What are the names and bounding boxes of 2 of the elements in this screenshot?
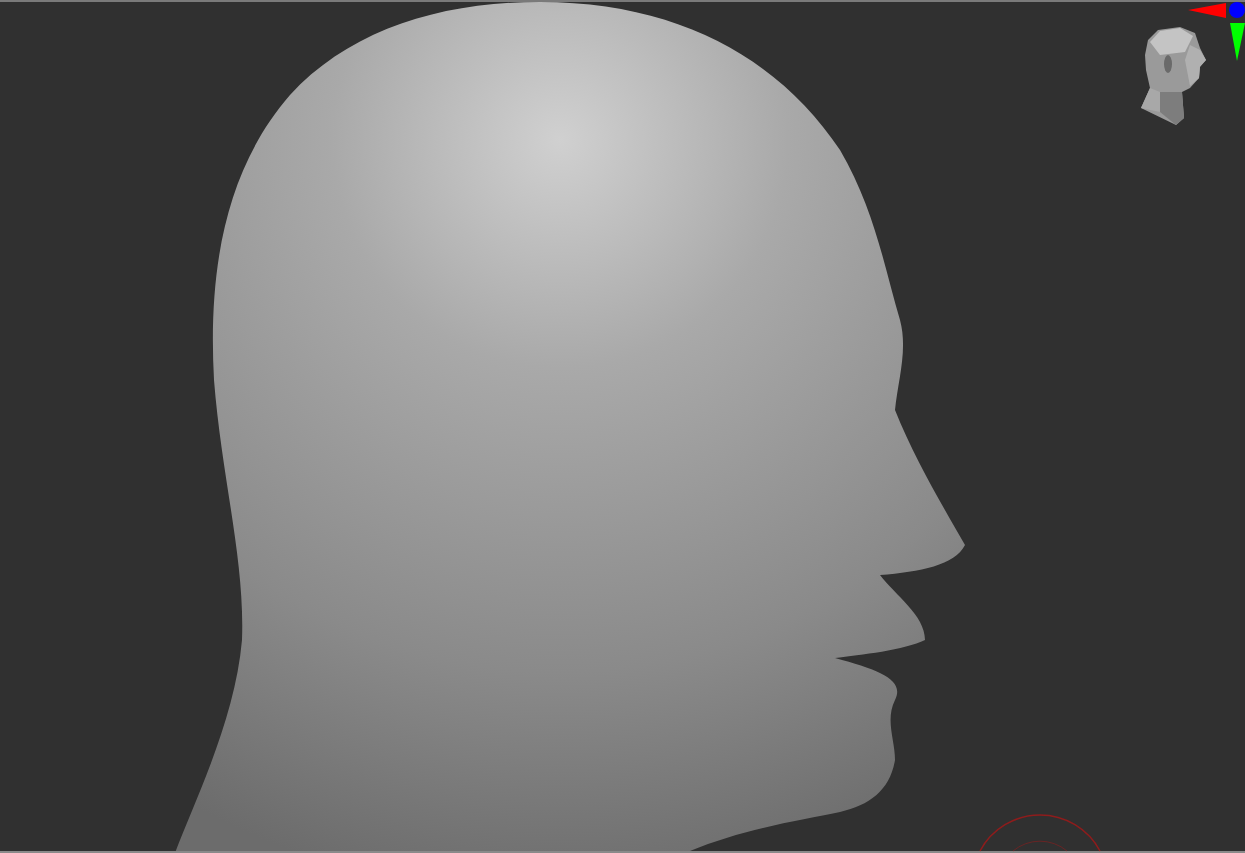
ring-cursor-icon: [979, 814, 1101, 852]
faceted-head-icon[interactable]: [1141, 27, 1206, 125]
